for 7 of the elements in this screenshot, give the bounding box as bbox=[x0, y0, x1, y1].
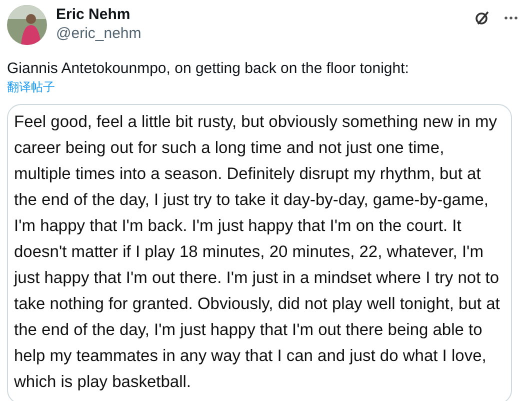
avatar-icon[interactable] bbox=[7, 5, 47, 45]
slashed-circle-icon[interactable] bbox=[474, 10, 490, 26]
author-handle[interactable]: @eric_nehm bbox=[56, 24, 142, 44]
tweet-text: Giannis Antetokounmpo, on getting back on the floor tonight: bbox=[7, 59, 410, 78]
quote-text: Feel good, feel a little bit rusty, but obviously something new in my career being out for such a long time and not just one time, multiple times into a season. Definitely disrupt my rhythm, but at the end of the day, I just try to take it day-by-day, game-by-game, I'm happy that I'm back. I'm just happy that I'm on the court. It doesn't matter if I play 18 minutes, 20 minutes, 22, whatever, I'm just happy that I'm out there. I'm just in a mindset where I try not to take nothing for granted. Obviously, did not play well tonight, but at the end of the day, I'm just happy that I'm out there being able to help my teammates in any way that I can and just do what I love, which is play basketball. bbox=[14, 112, 501, 393]
author-name[interactable]: Eric Nehm bbox=[56, 6, 142, 24]
more-icon[interactable] bbox=[504, 16, 518, 20]
